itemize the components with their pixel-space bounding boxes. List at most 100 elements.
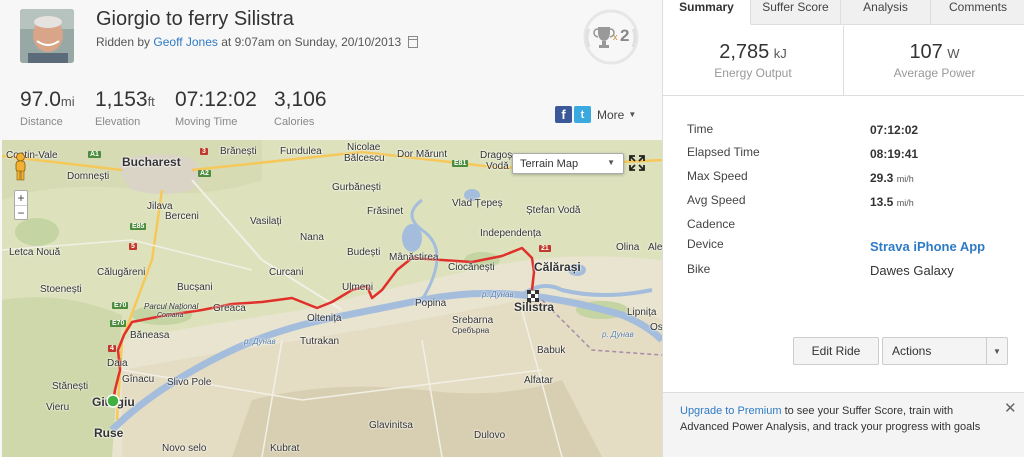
map-label: Tutrakan: [300, 336, 340, 347]
upgrade-premium-link[interactable]: Upgrade to Premium: [680, 405, 782, 417]
tab-comments[interactable]: Comments: [931, 0, 1024, 25]
trophy-icon[interactable]: [581, 9, 641, 65]
detail-value: 29.3 mi/h: [870, 171, 914, 185]
road-shield: E81: [452, 160, 469, 167]
map-label: Bucharest: [122, 155, 181, 169]
chevron-down-icon[interactable]: ▼: [628, 110, 636, 119]
road-shield: A2: [198, 170, 211, 177]
actions-label: Actions: [892, 344, 932, 358]
finish-flag-icon[interactable]: [527, 290, 539, 302]
tab-summary[interactable]: Summary: [663, 0, 751, 25]
calendar-icon[interactable]: [407, 36, 418, 48]
map-label: Ciocănești: [448, 262, 495, 273]
start-marker-icon[interactable]: [106, 394, 120, 408]
road-shield: E70: [112, 302, 129, 309]
twitter-icon[interactable]: t: [574, 106, 591, 123]
avg-speed-unit: mi/h: [896, 198, 914, 208]
map-label: Vasilați: [250, 216, 282, 227]
stat-label: Moving Time: [175, 116, 238, 128]
detail-value: 07:12:02: [870, 123, 919, 137]
avatar-photo: [20, 9, 74, 63]
stat-value: 07:12:02: [175, 88, 257, 111]
activity-pane: Giorgio to ferry Silistra Ridden by Geof…: [0, 0, 662, 457]
achievement-count: 2: [620, 26, 630, 45]
map-label: Glavinitsa: [369, 420, 413, 431]
analysis-sidebar: Summary Suffer Score Analysis Comments 2…: [662, 0, 1024, 457]
map-label: Srebarna: [452, 315, 494, 326]
map-label: Bălcescu: [344, 153, 385, 164]
share-bar: f t More ▼: [555, 106, 636, 123]
metric-label: Energy Output: [714, 66, 792, 80]
zoom-out-button[interactable]: −: [15, 206, 27, 221]
device-link[interactable]: Strava iPhone App: [870, 239, 985, 254]
map-label: Parcul Național: [144, 302, 199, 311]
route-map[interactable]: Contin-Vale Bucharest Brănești Fundulea …: [2, 140, 662, 457]
detail-value: 13.5 mi/h: [870, 195, 914, 209]
chevron-down-icon[interactable]: ▼: [993, 347, 1001, 356]
divider: [986, 338, 987, 364]
road-shield: E70: [110, 320, 127, 327]
tab-analysis[interactable]: Analysis: [841, 0, 931, 25]
stat-label: Calories: [274, 116, 315, 128]
map-label: Fundulea: [280, 146, 322, 157]
map-label: Dor Mărunt: [397, 149, 448, 160]
edit-ride-button[interactable]: Edit Ride: [793, 337, 879, 365]
stat-value: 1,153: [95, 88, 148, 111]
map-label: Alex: [648, 242, 662, 253]
map-label: Letca Nouă: [9, 247, 61, 258]
power-metrics: 2,785 kJ Energy Output 107 W Average Pow…: [663, 26, 1024, 96]
tab-bar: Summary Suffer Score Analysis Comments: [663, 0, 1024, 25]
stat-unit: ft: [147, 94, 155, 109]
detail-label: Max Speed: [687, 169, 748, 183]
ridden-by-label: Ridden by: [96, 35, 151, 49]
map-label: Nicolae: [347, 142, 381, 153]
river-label: р. Дунав: [244, 337, 276, 346]
stat-value: 3,106: [274, 88, 327, 111]
map-label: Os: [650, 322, 662, 333]
actions-dropdown[interactable]: Actions ▼: [882, 337, 1008, 365]
road-shield: E85: [130, 223, 147, 230]
map-type-select[interactable]: Terrain Map ▼: [512, 153, 624, 174]
stat-distance: 97.0mi Distance: [20, 88, 75, 128]
map-label: Ruse: [94, 426, 124, 440]
map-label: Slivo Pole: [167, 377, 212, 388]
map-label: Comana: [157, 312, 184, 319]
map-label: Vieru: [46, 402, 70, 413]
detail-label: Device: [687, 237, 724, 251]
map-label: Vlad Țepeș: [452, 198, 503, 209]
metric-unit: W: [947, 46, 960, 61]
map-label: Independența: [480, 228, 542, 239]
map-label: Băneasa: [130, 330, 170, 341]
map-label: Gînacu: [122, 374, 155, 385]
zoom-in-button[interactable]: +: [15, 191, 27, 206]
map-label: Berceni: [165, 211, 199, 222]
map-label: Lipnița: [627, 307, 657, 318]
map-label: Alfatar: [524, 375, 553, 386]
map-type-value: Terrain Map: [520, 158, 579, 170]
energy-output-metric: 2,785 kJ Energy Output: [663, 26, 844, 95]
stat-unit: mi: [60, 94, 75, 109]
athlete-avatar[interactable]: [20, 9, 74, 63]
map-label: Călărași: [534, 260, 581, 274]
more-share-button[interactable]: More: [597, 108, 624, 122]
map-label: Сребърна: [452, 326, 490, 335]
map-label: Silistra: [514, 300, 555, 314]
street-view-pegman-icon[interactable]: [12, 152, 29, 181]
stat-moving-time: 07:12:02 Moving Time: [175, 88, 257, 128]
map-label: Ștefan Vodă: [526, 205, 581, 216]
road-shield: 21: [539, 245, 551, 252]
tab-suffer-score[interactable]: Suffer Score: [751, 0, 841, 25]
map-label: Călugăreni: [97, 267, 146, 278]
map-label: Kubrat: [270, 443, 300, 454]
map-label: Popina: [415, 298, 447, 309]
facebook-icon[interactable]: f: [555, 106, 572, 123]
max-speed-unit: mi/h: [896, 174, 914, 184]
athlete-name-link[interactable]: Geoff Jones: [153, 35, 218, 49]
max-speed-value: 29.3: [870, 171, 894, 185]
fullscreen-icon[interactable]: [628, 154, 646, 172]
chevron-down-icon: ▼: [607, 158, 615, 167]
map-label: Nana: [300, 232, 324, 243]
close-icon[interactable]: ✕: [1004, 399, 1017, 417]
map-label: Dragoș: [480, 150, 513, 161]
road-shield: A1: [88, 151, 101, 158]
